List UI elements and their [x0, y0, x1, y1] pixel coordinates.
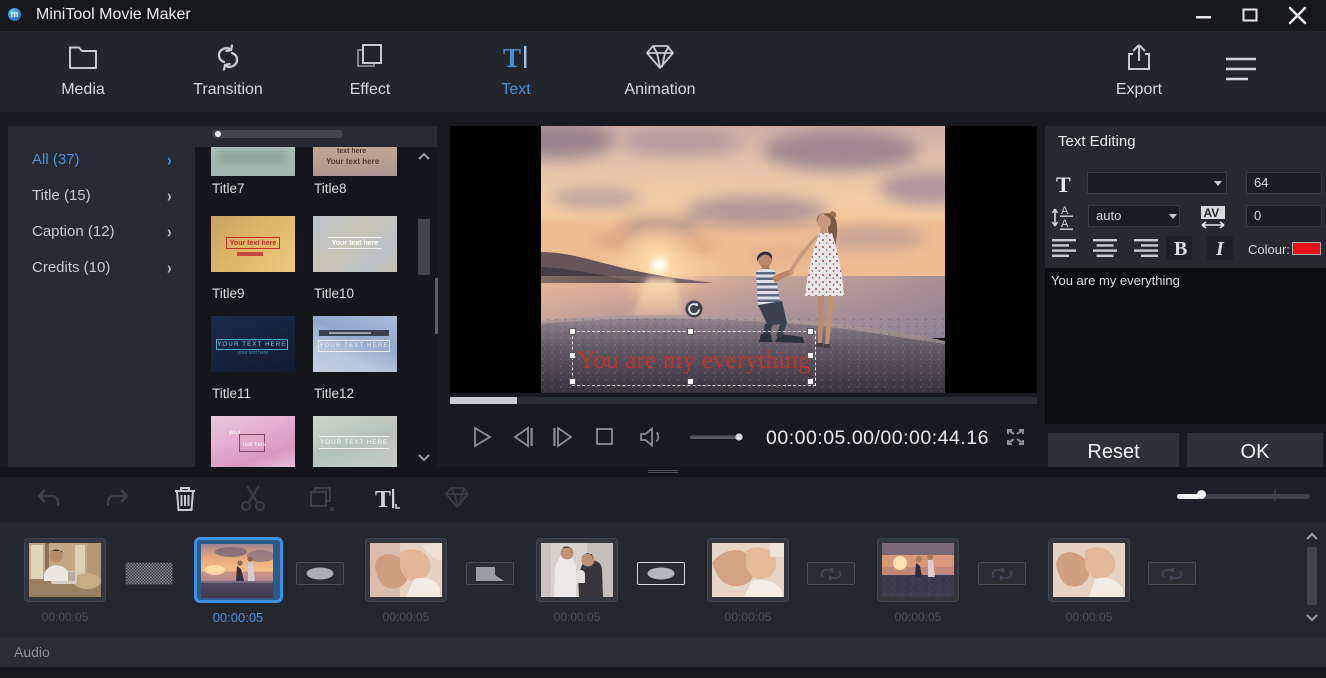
- svg-text:A: A: [1061, 205, 1069, 217]
- svg-text:AV: AV: [1204, 206, 1220, 220]
- svg-text:A: A: [1061, 218, 1069, 230]
- svg-text:T: T: [375, 487, 391, 513]
- svg-text:T: T: [503, 43, 521, 73]
